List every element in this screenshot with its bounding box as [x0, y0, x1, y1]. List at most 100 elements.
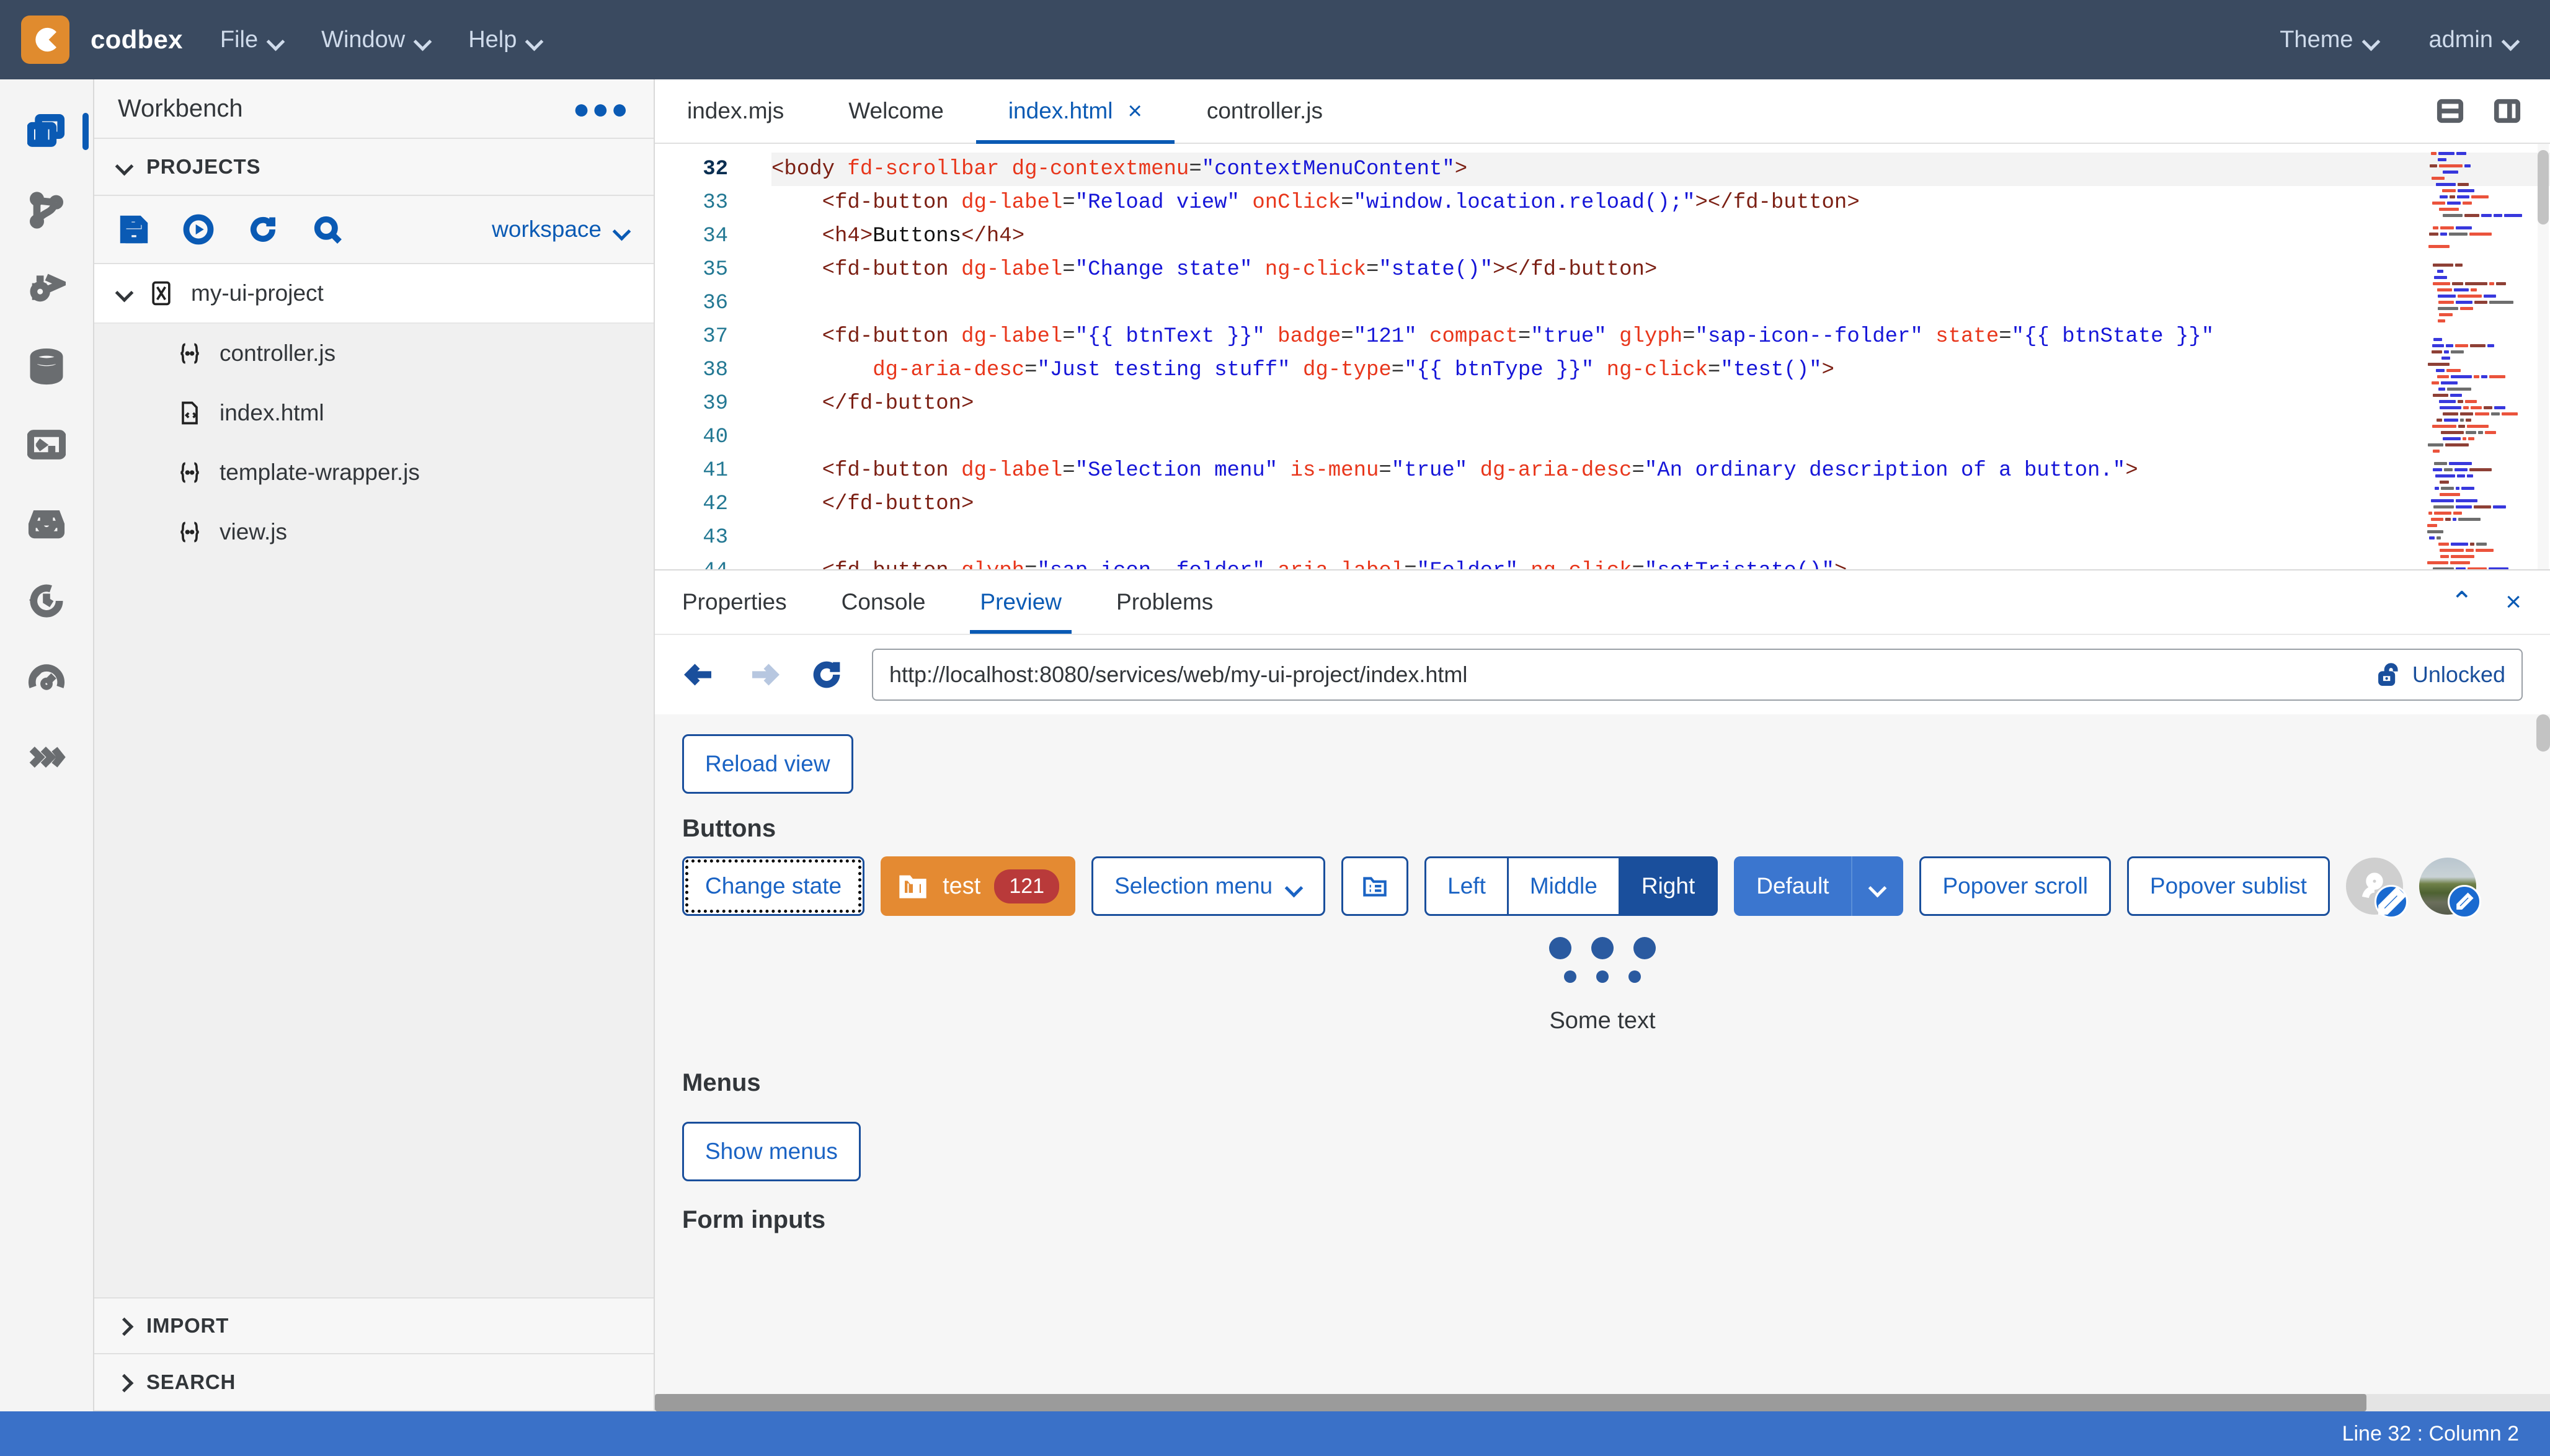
- reload-button[interactable]: [809, 657, 845, 693]
- collapse-icon[interactable]: ⌃: [2450, 588, 2473, 616]
- menu-help[interactable]: Help: [468, 27, 543, 53]
- code-token: is-menu: [1290, 459, 1379, 482]
- rail-item-history[interactable]: [0, 562, 94, 640]
- scrollbar-thumb[interactable]: [655, 1394, 2366, 1411]
- workbench-more-button[interactable]: ●●●: [573, 94, 630, 123]
- tab-properties[interactable]: Properties: [655, 570, 814, 634]
- selection-menu-button[interactable]: Selection menu: [1091, 856, 1326, 916]
- edit-pencil-icon[interactable]: [2447, 885, 2481, 918]
- back-button[interactable]: [682, 657, 718, 693]
- edit-pencil-icon[interactable]: [2374, 885, 2408, 918]
- tab-console[interactable]: Console: [814, 570, 953, 634]
- minimap-token: [2436, 183, 2456, 186]
- minimap-token: [2432, 282, 2450, 285]
- tree-item-file[interactable]: controller.js: [94, 324, 654, 383]
- minimap-token: [2492, 505, 2506, 508]
- segment-middle[interactable]: Middle: [1508, 856, 1620, 916]
- minimap-line: [2427, 487, 2534, 491]
- rail-item-database[interactable]: [0, 327, 94, 406]
- user-menu[interactable]: admin: [2429, 27, 2520, 53]
- tree-item-project[interactable]: my-ui-project: [94, 264, 654, 324]
- close-icon[interactable]: ×: [2505, 588, 2521, 616]
- tree-item-file[interactable]: template-wrapper.js: [94, 443, 654, 502]
- code-token: =: [1341, 191, 1354, 215]
- code-token: =: [1632, 459, 1645, 482]
- run-icon[interactable]: [182, 213, 215, 246]
- tab-preview[interactable]: Preview: [953, 570, 1089, 634]
- minimap-line: [2427, 239, 2534, 243]
- rail-item-performance[interactable]: [0, 640, 94, 718]
- line-number: 39: [703, 392, 728, 415]
- rail-item-git[interactable]: [0, 171, 94, 249]
- search-icon[interactable]: [311, 213, 344, 246]
- show-menus-button[interactable]: Show menus: [682, 1122, 861, 1181]
- minimap-token: [2443, 350, 2449, 353]
- line-number: 44: [655, 554, 728, 569]
- rail-item-terminal[interactable]: [0, 406, 94, 484]
- rail-item-explorer[interactable]: [0, 93, 94, 171]
- tree-item-file[interactable]: view.js: [94, 502, 654, 562]
- editor-vertical-scrollbar[interactable]: [2538, 144, 2549, 569]
- scrollbar-thumb[interactable]: [2538, 150, 2549, 224]
- minimap-token: [2484, 431, 2497, 434]
- test-button[interactable]: test 121: [881, 856, 1076, 916]
- workspace-selector[interactable]: workspace: [492, 216, 630, 242]
- split-horizontal-icon[interactable]: [2436, 97, 2464, 125]
- refresh-icon[interactable]: [247, 213, 279, 246]
- minimap-token: [2430, 499, 2454, 502]
- tree-item-file[interactable]: index.html: [94, 383, 654, 443]
- minimap-token: [2465, 400, 2477, 403]
- minimap-line: [2427, 257, 2534, 262]
- section-projects[interactable]: PROJECTS: [94, 139, 654, 196]
- selection-menu-label: Selection menu: [1114, 873, 1273, 899]
- tab-problems[interactable]: Problems: [1089, 570, 1240, 634]
- theme-menu[interactable]: Theme: [2280, 27, 2379, 53]
- save-icon[interactable]: [118, 213, 150, 246]
- avatar-photo[interactable]: [2419, 858, 2481, 918]
- split-button-main[interactable]: Default: [1734, 856, 1852, 916]
- popover-scroll-button[interactable]: Popover scroll: [1919, 856, 2111, 916]
- reload-view-button[interactable]: Reload view: [682, 734, 853, 794]
- minimap-token: [2462, 202, 2472, 205]
- tab-welcome[interactable]: Welcome: [816, 79, 976, 143]
- minimap-line: [2427, 350, 2534, 355]
- split-button-arrow[interactable]: [1851, 856, 1904, 916]
- code-token: <h4>: [822, 224, 873, 248]
- tab-index-html[interactable]: index.html ×: [975, 79, 1175, 144]
- forward-button[interactable]: [745, 657, 781, 693]
- folder-icon-button[interactable]: [1341, 856, 1409, 916]
- tab-index-mjs[interactable]: index.mjs: [655, 79, 816, 143]
- menu-window[interactable]: Window: [321, 27, 431, 53]
- menu-file[interactable]: File: [220, 27, 284, 53]
- rail-item-chevrons[interactable]: [0, 718, 94, 796]
- minimap-token: [2438, 295, 2456, 298]
- code-token: </fd-button>: [822, 492, 974, 516]
- close-icon[interactable]: ×: [1127, 99, 1142, 123]
- section-search[interactable]: SEARCH: [94, 1354, 654, 1411]
- scrollbar-thumb[interactable]: [2536, 714, 2550, 752]
- change-state-button[interactable]: Change state: [682, 856, 865, 916]
- minimap-token: [2474, 301, 2488, 304]
- test-button-badge: 121: [994, 869, 1060, 903]
- preview-horizontal-scrollbar[interactable]: [655, 1394, 2550, 1411]
- segment-left[interactable]: Left: [1424, 856, 1509, 916]
- section-import[interactable]: IMPORT: [94, 1297, 654, 1354]
- avatar-placeholder[interactable]: [2345, 858, 2408, 918]
- split-vertical-icon[interactable]: [2493, 97, 2521, 125]
- minimap-token: [2456, 152, 2466, 155]
- minimap-token: [2475, 412, 2489, 415]
- popover-sublist-button[interactable]: Popover sublist: [2126, 856, 2330, 916]
- segment-right[interactable]: Right: [1620, 856, 1718, 916]
- code-editor[interactable]: 32 33 34 35 36 37 38 39 40 41 42 43 44 <body fd-scro…: [655, 144, 2550, 569]
- tab-controller-js[interactable]: controller.js: [1175, 79, 1355, 143]
- lock-toggle-button[interactable]: Unlocked: [2363, 662, 2505, 688]
- code-minimap[interactable]: [2427, 144, 2534, 569]
- rail-item-inbox[interactable]: [0, 484, 94, 562]
- rail-item-debug[interactable]: [0, 249, 94, 327]
- workbench-title: Workbench: [118, 94, 243, 122]
- minimap-line: [2427, 561, 2534, 566]
- code-content[interactable]: <body fd-scrollbar dg-contextmenu="conte…: [747, 144, 2550, 569]
- minimap-token: [2458, 400, 2463, 403]
- url-input[interactable]: http://localhost:8080/services/web/my-ui…: [872, 649, 2523, 701]
- preview-vertical-scrollbar[interactable]: [2536, 714, 2550, 1411]
